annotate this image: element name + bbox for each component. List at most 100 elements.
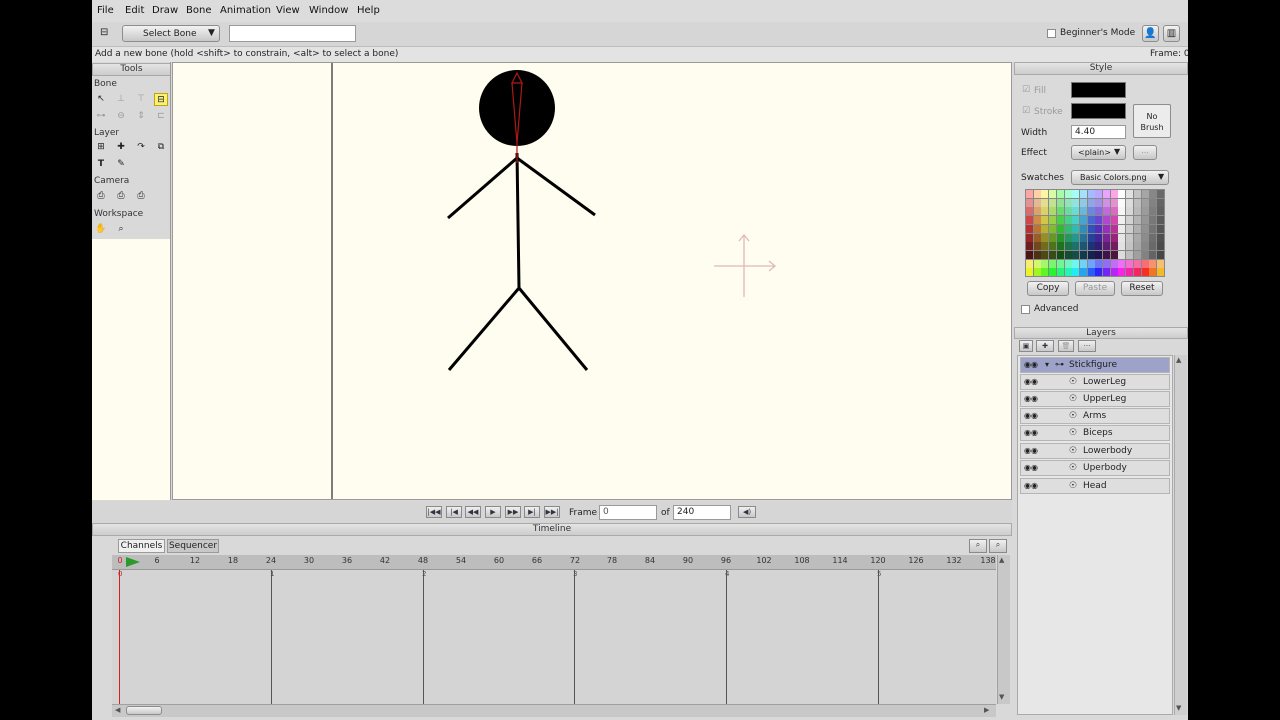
color-swatch[interactable] <box>1118 216 1126 225</box>
swatches-dropdown[interactable]: Basic Colors.png ▼ <box>1071 170 1169 185</box>
color-swatch[interactable] <box>1126 233 1134 242</box>
color-swatch-grid[interactable] <box>1025 189 1165 277</box>
visibility-eye-icon[interactable]: ◉◉ <box>1024 394 1038 404</box>
color-swatch[interactable] <box>1056 250 1064 259</box>
color-swatch[interactable] <box>1072 216 1080 225</box>
right-leg-shape[interactable] <box>517 287 589 371</box>
scroll-up-icon[interactable]: ▲ <box>999 556 1004 564</box>
layer-row-upperleg[interactable]: ◉◉ ☉ UpperLeg <box>1020 391 1170 407</box>
color-swatch[interactable] <box>1064 233 1072 242</box>
color-swatch[interactable] <box>1133 216 1141 225</box>
timeline-horizontal-scrollbar[interactable]: ◀ ▶ <box>112 704 996 717</box>
color-swatch[interactable] <box>1079 224 1087 233</box>
color-swatch[interactable] <box>1118 233 1126 242</box>
zoom-out-icon[interactable]: ⌕ <box>969 539 987 553</box>
color-swatch[interactable] <box>1095 268 1103 277</box>
color-swatch[interactable] <box>1133 198 1141 207</box>
color-swatch[interactable] <box>1118 198 1126 207</box>
color-swatch[interactable] <box>1110 224 1118 233</box>
color-swatch[interactable] <box>1049 268 1057 277</box>
color-swatch[interactable] <box>1056 233 1064 242</box>
color-swatch[interactable] <box>1133 259 1141 268</box>
step-back-icon[interactable]: ◀◀ <box>465 506 481 518</box>
color-swatch[interactable] <box>1103 224 1110 233</box>
color-swatch[interactable] <box>1026 259 1033 268</box>
tool-select-dropdown[interactable]: Select Bone ▼ <box>122 25 220 42</box>
color-swatch[interactable] <box>1072 242 1080 251</box>
color-swatch[interactable] <box>1026 250 1033 259</box>
color-swatch[interactable] <box>1141 207 1149 216</box>
color-swatch[interactable] <box>1049 233 1057 242</box>
color-swatch[interactable] <box>1072 268 1080 277</box>
color-swatch[interactable] <box>1079 216 1087 225</box>
color-swatch[interactable] <box>1149 268 1157 277</box>
color-swatch[interactable] <box>1103 233 1110 242</box>
color-swatch[interactable] <box>1079 198 1087 207</box>
step-back-key-icon[interactable]: |◀ <box>446 506 462 518</box>
menu-file[interactable]: File <box>97 5 114 16</box>
color-swatch[interactable] <box>1156 268 1164 277</box>
color-swatch[interactable] <box>1149 259 1157 268</box>
delete-layer-icon[interactable]: 🗑 <box>1058 340 1074 352</box>
color-swatch[interactable] <box>1033 233 1041 242</box>
color-swatch[interactable] <box>1049 190 1057 198</box>
color-swatch[interactable] <box>1041 259 1049 268</box>
visibility-eye-icon[interactable]: ◉◉ <box>1024 428 1038 438</box>
tool-option-field[interactable] <box>229 25 356 42</box>
color-swatch[interactable] <box>1087 242 1095 251</box>
color-swatch[interactable] <box>1141 242 1149 251</box>
no-brush-button[interactable]: No Brush <box>1133 104 1171 138</box>
color-swatch[interactable] <box>1072 198 1080 207</box>
body-shape[interactable] <box>515 152 521 289</box>
color-swatch[interactable] <box>1041 216 1049 225</box>
color-swatch[interactable] <box>1095 250 1103 259</box>
color-swatch[interactable] <box>1141 259 1149 268</box>
fill-checkbox[interactable]: ☑ <box>1022 85 1030 95</box>
color-swatch[interactable] <box>1149 233 1157 242</box>
tab-sequencer[interactable]: Sequencer <box>167 539 219 553</box>
color-swatch[interactable] <box>1033 242 1041 251</box>
layer-row-head[interactable]: ◉◉ ☉ Head <box>1020 478 1170 494</box>
color-swatch[interactable] <box>1126 207 1134 216</box>
color-swatch[interactable] <box>1126 190 1134 198</box>
visibility-eye-icon[interactable]: ◉◉ <box>1024 463 1038 473</box>
step-forward-icon[interactable]: ▶▶ <box>505 506 521 518</box>
color-swatch[interactable] <box>1149 242 1157 251</box>
color-swatch[interactable] <box>1056 216 1064 225</box>
menu-window[interactable]: Window <box>309 5 348 16</box>
menu-animation[interactable]: Animation <box>220 5 271 16</box>
color-swatch[interactable] <box>1156 216 1164 225</box>
layer-row-uperbody[interactable]: ◉◉ ☉ Uperbody <box>1020 460 1170 476</box>
color-swatch[interactable] <box>1118 190 1126 198</box>
color-swatch[interactable] <box>1087 233 1095 242</box>
color-swatch[interactable] <box>1156 242 1164 251</box>
color-swatch[interactable] <box>1103 268 1110 277</box>
color-swatch[interactable] <box>1049 198 1057 207</box>
visibility-eye-icon[interactable]: ◉◉ <box>1024 360 1038 370</box>
color-swatch[interactable] <box>1156 207 1164 216</box>
duplicate-layer-icon[interactable]: ✚ <box>1036 340 1054 352</box>
color-swatch[interactable] <box>1087 190 1095 198</box>
color-swatch[interactable] <box>1041 190 1049 198</box>
color-swatch[interactable] <box>1056 207 1064 216</box>
paste-button[interactable]: Paste <box>1075 281 1115 296</box>
canvas[interactable] <box>172 62 1012 500</box>
color-swatch[interactable] <box>1079 242 1087 251</box>
color-swatch[interactable] <box>1103 259 1110 268</box>
color-swatch[interactable] <box>1033 259 1041 268</box>
right-arm-shape[interactable] <box>516 156 596 217</box>
color-swatch[interactable] <box>1026 233 1033 242</box>
color-swatch[interactable] <box>1126 268 1134 277</box>
scroll-down-icon[interactable]: ▼ <box>999 693 1004 701</box>
menu-view[interactable]: View <box>276 5 300 16</box>
color-swatch[interactable] <box>1049 216 1057 225</box>
color-swatch[interactable] <box>1133 268 1141 277</box>
color-swatch[interactable] <box>1033 250 1041 259</box>
color-swatch[interactable] <box>1049 250 1057 259</box>
color-swatch[interactable] <box>1087 216 1095 225</box>
scroll-down-icon[interactable]: ▼ <box>1176 704 1181 712</box>
color-swatch[interactable] <box>1026 198 1033 207</box>
color-swatch[interactable] <box>1026 224 1033 233</box>
color-swatch[interactable] <box>1072 207 1080 216</box>
color-swatch[interactable] <box>1079 207 1087 216</box>
